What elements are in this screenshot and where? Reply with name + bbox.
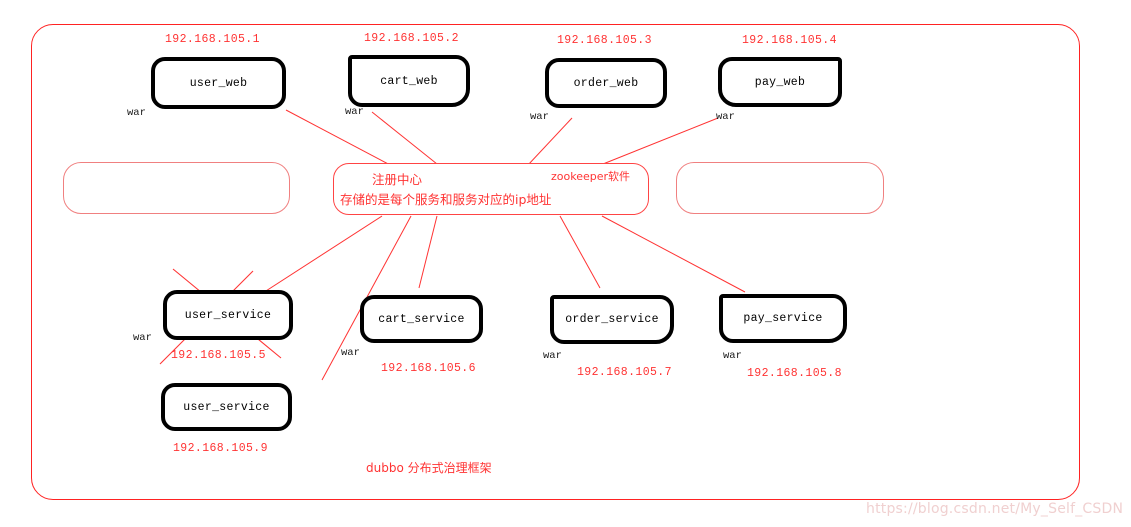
ip-label-order-web: 192.168.105.3 [557, 34, 652, 47]
node-user-service-replica-label: user_service [183, 400, 270, 414]
war-label-cart-web: war [345, 106, 364, 118]
ip-label-pay-service: 192.168.105.8 [747, 367, 842, 380]
watermark: https://blog.csdn.net/My_Self_CSDN [866, 501, 1124, 517]
registry-tag: zookeeper软件 [551, 170, 631, 183]
node-user-web[interactable]: user_web [151, 57, 286, 109]
node-order-service[interactable]: order_service [550, 295, 674, 344]
node-cart-service[interactable]: cart_service [360, 295, 483, 343]
node-cart-web-label: cart_web [380, 74, 438, 88]
ip-label-pay-web: 192.168.105.4 [742, 34, 837, 47]
node-user-web-label: user_web [189, 76, 248, 90]
ip-label-user-service-offline: 192.168.105.5 [171, 349, 266, 362]
node-order-service-label: order_service [565, 313, 659, 326]
war-label-order-web: war [530, 111, 549, 123]
registry-title: 注册中心 [372, 172, 423, 187]
registry-subtitle: 存储的是每个服务和服务对应的ip地址 [340, 192, 552, 207]
node-order-web-label: order_web [573, 76, 639, 90]
war-label-cart-service: war [341, 347, 360, 359]
war-label-user-web: war [127, 107, 146, 119]
node-pay-service-label: pay_service [743, 312, 823, 325]
empty-box-right [676, 162, 884, 214]
ip-label-order-service: 192.168.105.7 [577, 366, 672, 379]
war-label-user-service-offline: war [133, 332, 152, 344]
node-user-service-offline[interactable]: user_service [163, 290, 293, 340]
node-user-service-replica[interactable]: user_service [161, 383, 292, 431]
war-label-order-service: war [543, 350, 562, 362]
ip-label-cart-web: 192.168.105.2 [364, 32, 459, 45]
node-cart-web[interactable]: cart_web [348, 55, 470, 107]
ip-label-user-web: 192.168.105.1 [165, 33, 260, 46]
diagram-canvas: user_web 192.168.105.1 war cart_web 192.… [0, 0, 1131, 527]
ip-label-cart-service: 192.168.105.6 [381, 362, 476, 375]
diagram-caption: dubbo 分布式治理框架 [366, 461, 492, 475]
ip-label-user-service-replica: 192.168.105.9 [173, 442, 268, 455]
empty-box-left [63, 162, 290, 214]
war-label-pay-web: war [716, 111, 735, 123]
node-user-service-offline-label: user_service [184, 308, 272, 322]
node-order-web[interactable]: order_web [545, 58, 667, 108]
node-cart-service-label: cart_service [378, 312, 465, 326]
node-pay-web[interactable]: pay_web [718, 57, 842, 107]
war-label-pay-service: war [723, 350, 742, 362]
node-pay-service[interactable]: pay_service [719, 294, 847, 343]
node-pay-web-label: pay_web [754, 75, 806, 89]
